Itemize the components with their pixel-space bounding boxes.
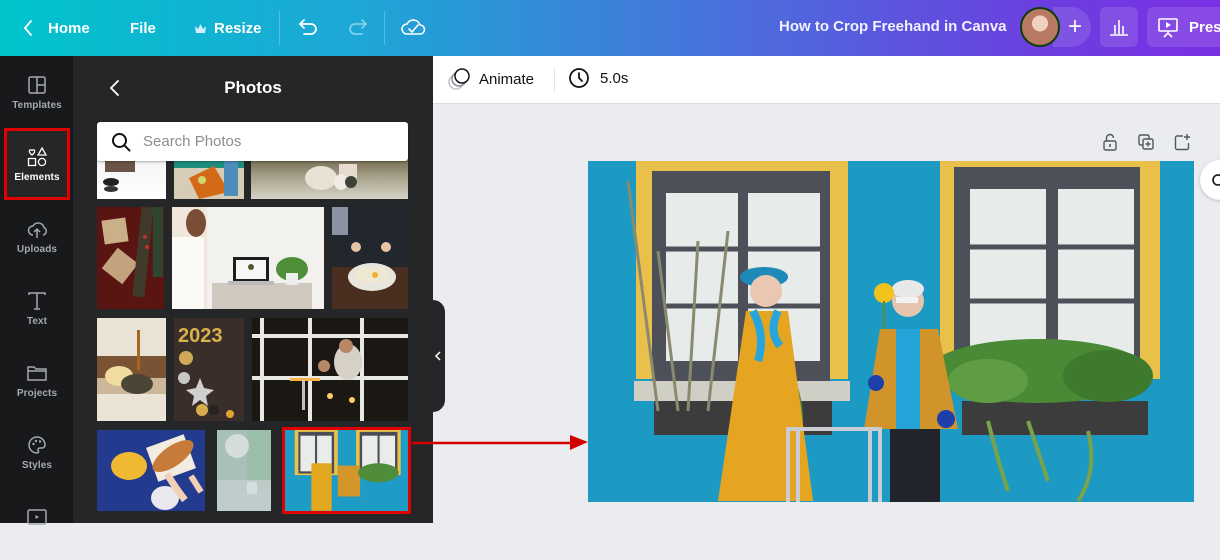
photo-image [97,318,166,421]
clock-icon [569,68,589,88]
home-button[interactable]: Home [22,8,90,48]
resize-label: Resize [214,19,262,37]
photo-image [332,207,408,309]
redo-button[interactable] [344,14,370,40]
photo-thumbnail[interactable] [332,207,408,309]
crown-icon [195,23,206,33]
sidebar-label: Text [26,315,48,327]
redo-icon [349,19,367,35]
animate-label: Animate [479,70,535,88]
duplicate-icon [1138,134,1154,150]
sidebar-label: Uploads [16,243,58,255]
sidebar-item-text[interactable]: Text [4,272,70,344]
photo-image [174,156,244,199]
add-page-button[interactable] [1171,131,1193,153]
file-label: File [130,19,156,37]
photo-thumbnail-selected[interactable] [282,427,411,514]
sidebar-item-uploads[interactable]: Uploads [4,200,70,272]
photo-thumbnail[interactable] [251,156,408,199]
photo-thumbnail[interactable] [97,156,166,199]
sidebar-label: Elements [14,171,60,183]
sidebar-item-templates[interactable]: Templates [4,56,70,128]
sidebar-item-videos[interactable] [4,488,70,560]
editor-toolbar: Animate 5.0s [433,56,1220,104]
side-navigation: Templates Elements Uploads Text Projects… [0,56,73,525]
chevron-left-icon [434,351,441,361]
folder-icon [27,365,47,381]
templates-icon [28,75,46,94]
presentation-icon [1158,18,1178,38]
page-notes-button[interactable] [1200,160,1220,200]
toolbar-divider [384,11,385,45]
photo-thumbnail[interactable] [97,430,205,511]
video-icon [27,509,47,525]
undo-button[interactable] [296,14,322,40]
undo-icon [299,19,317,35]
photo-thumbnail[interactable] [97,318,166,421]
text-icon [28,291,46,310]
svg-text:2023: 2023 [178,325,223,347]
lock-page-button[interactable] [1099,131,1121,153]
animate-button[interactable]: Animate [447,67,534,91]
sidebar-label: Projects [16,387,58,399]
panel-title: Photos [224,78,282,97]
insights-button[interactable] [1100,7,1138,47]
cloud-check-icon [401,19,426,35]
photo-image [97,430,205,511]
chevron-left-icon [23,20,32,36]
design-canvas[interactable] [588,161,1194,502]
search-box[interactable] [97,122,408,161]
photo-image [172,207,324,309]
document-title[interactable]: How to Crop Freehand in Canva [779,18,1007,35]
elements-icon [27,146,48,166]
home-label: Home [48,19,90,37]
photo-image [285,430,408,511]
add-page-icon [1174,134,1190,151]
search-icon [112,132,131,151]
photo-thumbnail[interactable] [217,430,271,511]
annotation-arrow [412,435,588,450]
top-bar: Home File Resize How to Crop Freehand in… [0,0,1220,56]
photo-thumbnail[interactable]: 2023 [174,318,244,421]
photo-image [103,156,135,192]
sidebar-label: Templates [12,99,62,111]
sidebar-item-projects[interactable]: Projects [4,344,70,416]
palette-icon [28,435,46,454]
photo-thumbnail[interactable] [97,207,164,309]
toolbar-divider [279,11,280,45]
photo-image [101,207,163,298]
duration-button[interactable]: 5.0s [568,67,628,89]
photo-image: 2023 [178,325,234,418]
bar-chart-icon [1110,20,1128,36]
photo-thumbnail[interactable] [172,207,324,309]
photo-thumbnail[interactable] [174,156,244,199]
resize-button[interactable]: Resize [195,8,262,48]
canvas-photo[interactable] [588,161,1194,502]
duration-label: 5.0s [600,69,629,87]
save-status-button[interactable] [399,13,427,41]
plus-icon: + [1067,13,1082,40]
present-button[interactable]: Present [1147,7,1220,47]
sidebar-item-styles[interactable]: Styles [4,416,70,488]
present-label: Present [1189,18,1220,36]
sidebar-label: Styles [21,459,53,471]
uploads-icon [27,221,47,238]
collapse-panel-handle[interactable] [431,300,445,412]
unlock-icon [1103,133,1117,151]
photos-panel: Photos 2023 [73,56,433,523]
animate-icon [448,68,470,90]
refresh-icon [1212,174,1220,186]
duplicate-page-button[interactable] [1135,131,1157,153]
photo-image [252,318,408,421]
sidebar-item-elements[interactable]: Elements [4,128,70,200]
user-avatar[interactable] [1020,7,1060,47]
photo-image [305,164,357,190]
search-photos-input[interactable] [143,133,383,150]
file-menu-button[interactable]: File [130,8,156,48]
toolbar-divider [554,68,555,92]
photo-thumbnail[interactable] [252,318,408,421]
photo-image [217,430,271,511]
